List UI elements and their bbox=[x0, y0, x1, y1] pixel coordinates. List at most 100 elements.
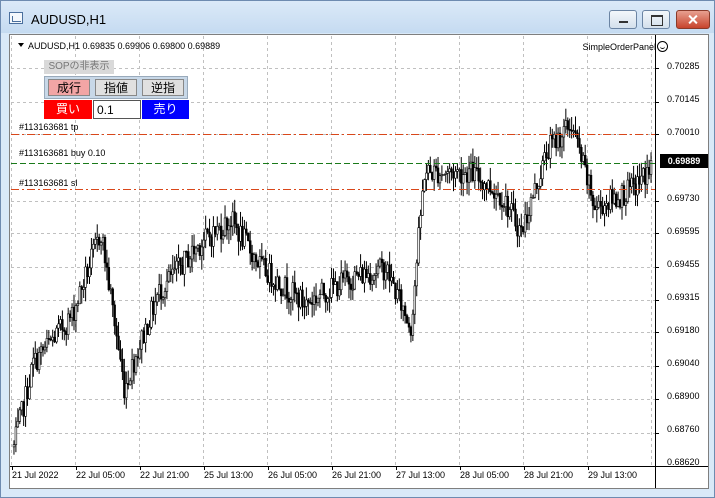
candle-bull bbox=[446, 171, 449, 174]
candle-bull bbox=[204, 228, 207, 241]
candle-bull bbox=[88, 267, 91, 278]
candle-bull bbox=[390, 276, 393, 282]
candle-bear bbox=[382, 262, 386, 281]
candle-bear bbox=[115, 325, 118, 337]
candle-bear bbox=[113, 304, 116, 327]
candle-bear bbox=[632, 177, 635, 185]
candle-bull bbox=[372, 275, 376, 281]
candle-bull bbox=[177, 257, 180, 262]
candle-bull bbox=[45, 338, 49, 348]
candle-bear bbox=[314, 295, 318, 304]
candle-bull bbox=[340, 272, 343, 291]
candle-bear bbox=[208, 231, 211, 238]
candle-bull bbox=[537, 186, 540, 190]
candle-bear bbox=[61, 319, 64, 331]
candle-bear bbox=[256, 261, 260, 267]
candle-bull bbox=[138, 348, 142, 359]
candle-bull bbox=[338, 289, 341, 297]
candle-bull bbox=[572, 130, 575, 132]
candle-bear bbox=[285, 277, 289, 299]
candle-bull bbox=[483, 183, 486, 191]
candle-bear bbox=[49, 338, 52, 341]
candle-bull bbox=[24, 386, 27, 417]
market-order-button[interactable]: 成行 bbox=[48, 79, 90, 96]
candle-bear bbox=[36, 353, 39, 370]
candle-bear bbox=[434, 165, 438, 169]
stop-order-button[interactable]: 逆指 bbox=[142, 79, 184, 96]
candle-bull bbox=[157, 284, 161, 295]
candle-bull bbox=[396, 289, 399, 300]
close-button[interactable] bbox=[676, 10, 710, 29]
candle-bull bbox=[272, 284, 275, 287]
maximize-button[interactable] bbox=[642, 10, 670, 29]
candle-bull bbox=[161, 297, 165, 300]
current-price-marker: 0.69889 bbox=[660, 154, 708, 168]
candle-bear bbox=[380, 258, 384, 263]
candle-bull bbox=[218, 225, 221, 228]
candle-bear bbox=[436, 167, 440, 184]
candle-bear bbox=[492, 192, 496, 199]
candle-bear bbox=[589, 174, 593, 196]
time-tick: 26 Jul 21:00 bbox=[332, 470, 382, 480]
window-title: AUDUSD,H1 bbox=[31, 12, 107, 27]
limit-order-button[interactable]: 指値 bbox=[95, 79, 137, 96]
candle-bull bbox=[74, 305, 78, 321]
candle-bear bbox=[460, 169, 463, 184]
candle-bull bbox=[597, 201, 600, 208]
candle-bull bbox=[467, 168, 471, 183]
candle-bear bbox=[235, 223, 238, 229]
candle-bear bbox=[394, 282, 397, 300]
candle-bear bbox=[278, 276, 281, 290]
candle-bear bbox=[72, 306, 76, 321]
candle-bull bbox=[553, 133, 556, 140]
candle-bear bbox=[303, 305, 306, 308]
candle-bear bbox=[500, 204, 504, 208]
candle-bull bbox=[32, 357, 35, 365]
price-tick: 0.69040 bbox=[667, 358, 700, 368]
candle-bear bbox=[119, 349, 122, 360]
candle-bear bbox=[593, 205, 597, 211]
candle-bull bbox=[440, 174, 444, 177]
candle-bear bbox=[580, 147, 583, 162]
candle-bull bbox=[39, 346, 43, 353]
lot-size-input[interactable] bbox=[93, 100, 141, 119]
dropdown-arrow-icon[interactable] bbox=[18, 43, 24, 47]
candle-bull bbox=[175, 260, 178, 270]
smiley-icon bbox=[657, 41, 668, 52]
candle-bull bbox=[320, 282, 324, 295]
candle-bear bbox=[400, 289, 403, 311]
minimize-button[interactable] bbox=[609, 10, 637, 29]
candle-bear bbox=[578, 138, 581, 148]
sop-hide-button[interactable]: SOPの非表示 bbox=[44, 60, 114, 74]
title-bar[interactable]: AUDUSD,H1 bbox=[1, 1, 714, 33]
candle-bull bbox=[239, 225, 242, 242]
candle-bear bbox=[388, 264, 391, 282]
candle-bear bbox=[322, 282, 325, 296]
candle-bull bbox=[413, 285, 416, 315]
candle-bull bbox=[150, 300, 153, 328]
candle-bull bbox=[216, 226, 219, 235]
time-tick: 28 Jul 05:00 bbox=[460, 470, 510, 480]
candle-bear bbox=[229, 225, 233, 228]
candle-bull bbox=[508, 209, 511, 218]
candle-bear bbox=[498, 193, 502, 206]
candle-bear bbox=[146, 323, 149, 335]
candle-bear bbox=[431, 172, 434, 180]
price-tick: 0.70145 bbox=[667, 94, 700, 104]
buy-button[interactable]: 買い bbox=[44, 100, 92, 119]
candle-bear bbox=[365, 268, 368, 278]
candle-bear bbox=[214, 226, 217, 235]
candle-bear bbox=[369, 273, 372, 285]
candle-bull bbox=[84, 266, 87, 288]
order-type-group: 成行 指値 逆指 bbox=[44, 76, 188, 99]
candle-bear bbox=[522, 226, 525, 233]
candle-bull bbox=[231, 211, 234, 227]
sl-line-label: #113163681 sl bbox=[19, 178, 78, 188]
price-chart[interactable]: AUDUSD,H1 0.69835 0.69906 0.69800 0.6988… bbox=[9, 34, 709, 489]
candle-bear bbox=[121, 358, 124, 372]
candle-bull bbox=[316, 297, 320, 304]
sell-button[interactable]: 売り bbox=[142, 100, 189, 119]
candle-bull bbox=[78, 286, 82, 305]
candle-bear bbox=[295, 292, 298, 295]
candle-bear bbox=[551, 135, 554, 140]
